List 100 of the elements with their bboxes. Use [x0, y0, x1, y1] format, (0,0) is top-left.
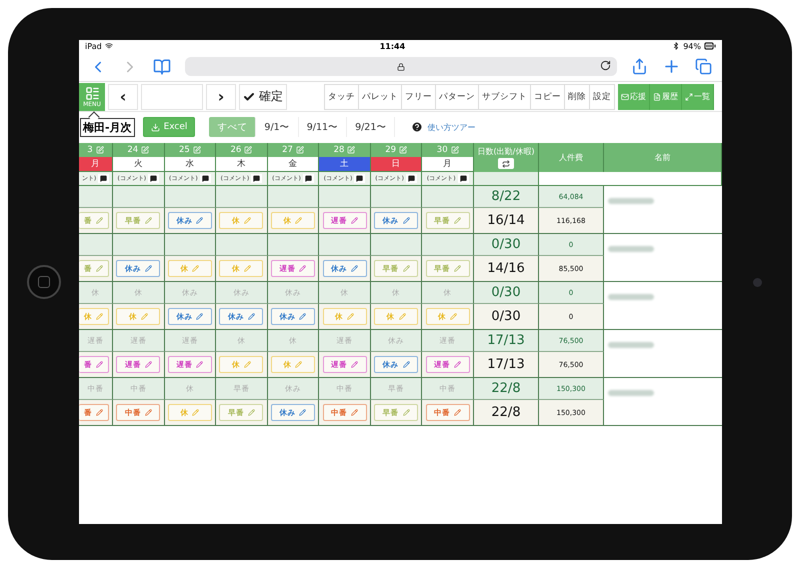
date-header[interactable]: 26	[216, 143, 268, 157]
comment-icon	[150, 175, 158, 182]
home-button[interactable]	[26, 265, 60, 299]
check-icon	[243, 90, 255, 102]
pencil-icon	[351, 409, 358, 416]
camera-dot	[752, 278, 762, 286]
tool-button[interactable]: 設定	[589, 84, 615, 110]
weekday-cell: 月	[79, 157, 113, 172]
pencil-icon	[450, 313, 458, 320]
comment-button[interactable]	[200, 174, 211, 183]
planned-days: 17/13	[474, 330, 539, 352]
device-name: iPad	[85, 42, 102, 50]
pencil-icon	[196, 361, 204, 368]
pencil-icon	[295, 217, 302, 224]
edit-icon[interactable]	[96, 146, 104, 154]
menu-icon	[84, 86, 100, 100]
pencil-icon	[402, 361, 410, 368]
prev-button[interactable]: ‹	[108, 84, 138, 110]
pencil-icon	[248, 313, 255, 320]
edit-icon[interactable]	[450, 146, 459, 154]
date-header[interactable]: 30	[422, 143, 474, 157]
weekday-cell: 月	[422, 157, 474, 172]
pencil-icon	[351, 361, 358, 368]
confirm-button[interactable]: 確定	[239, 84, 287, 110]
tabs-icon[interactable]	[695, 58, 712, 75]
month-field[interactable]	[141, 84, 203, 110]
comment-icon	[253, 175, 260, 182]
weekday-cell: 金	[268, 157, 320, 172]
worked-days: 0/30	[474, 304, 539, 329]
pencil-icon	[347, 313, 354, 320]
share-icon[interactable]	[631, 58, 648, 75]
comment-button[interactable]	[458, 174, 469, 183]
date-header[interactable]: 27	[268, 143, 320, 157]
date-label: 25	[178, 145, 190, 155]
battery-percent: 94%	[683, 42, 701, 50]
tool-button[interactable]: 履歴	[650, 84, 682, 110]
swap-button[interactable]	[498, 158, 514, 169]
date-label: 24	[127, 145, 138, 155]
date-header[interactable]: 3	[79, 143, 113, 157]
date-header[interactable]: 24	[113, 143, 165, 157]
comment-button[interactable]	[251, 174, 262, 183]
edit-icon[interactable]	[192, 146, 201, 154]
expand-icon	[685, 92, 693, 100]
weekday-cell: 木	[216, 157, 268, 172]
comment-button[interactable]	[354, 174, 366, 183]
edit-icon[interactable]	[296, 146, 304, 154]
tool-button[interactable]: 一覧	[682, 84, 714, 110]
blurred-name	[608, 294, 654, 300]
pencil-icon	[295, 361, 302, 368]
pencil-icon	[454, 217, 462, 224]
blurred-name	[608, 390, 654, 396]
edit-icon[interactable]	[347, 146, 356, 154]
weekday-cell: 水	[164, 157, 216, 172]
pencil-icon	[299, 265, 306, 272]
name-header: 名前	[604, 143, 722, 172]
pencil-icon	[248, 409, 255, 416]
comment-button[interactable]	[98, 174, 110, 183]
comment-icon	[356, 175, 364, 182]
tool-button[interactable]: タッチ	[324, 84, 359, 110]
help-icon[interactable]	[411, 121, 424, 133]
date-label: 30	[436, 145, 448, 155]
swap-icon	[502, 160, 510, 168]
tool-button[interactable]: パターン	[435, 84, 479, 110]
worked-days: 14/16	[474, 256, 539, 281]
date-header[interactable]: 28	[319, 143, 371, 157]
pencil-icon	[192, 265, 200, 272]
excel-button[interactable]: Excel	[142, 117, 196, 137]
comment-button[interactable]	[406, 174, 417, 183]
clock: 11:44	[380, 42, 406, 50]
edit-icon[interactable]	[399, 146, 408, 154]
date-header[interactable]: 29	[370, 143, 422, 157]
tool-button[interactable]: 削除	[564, 84, 590, 110]
tool-button[interactable]: サブシフト	[478, 84, 531, 110]
pencil-icon	[351, 217, 358, 224]
worked-days: 22/8	[474, 400, 539, 425]
tool-button[interactable]: パレット	[358, 84, 402, 110]
date-header[interactable]: 25	[164, 143, 216, 157]
weekday-cell: 日	[370, 157, 422, 172]
tour-link[interactable]: 使い方ツアー	[427, 122, 476, 132]
pencil-icon	[454, 361, 462, 368]
reload-icon[interactable]	[600, 60, 611, 71]
edit-icon[interactable]	[244, 146, 252, 154]
pencil-icon	[402, 265, 410, 272]
pencil-icon	[454, 409, 462, 416]
tool-button[interactable]: フリー	[401, 84, 436, 110]
comment-button[interactable]	[148, 174, 160, 183]
bluetooth-icon	[672, 42, 680, 50]
next-button[interactable]: ›	[206, 84, 236, 110]
pencil-icon	[402, 409, 410, 416]
comment-icon	[100, 175, 108, 182]
bookmarks-icon[interactable]	[153, 58, 171, 76]
comment-icon	[304, 175, 312, 182]
pencil-icon	[96, 361, 103, 368]
comment-button[interactable]	[302, 174, 314, 183]
tool-button[interactable]: コピー	[530, 84, 565, 110]
tool-button[interactable]: 応援	[618, 84, 650, 110]
pencil-icon	[454, 265, 462, 272]
pencil-icon	[299, 409, 306, 416]
planned-days: 0/30	[474, 282, 539, 304]
edit-icon[interactable]	[141, 146, 150, 154]
